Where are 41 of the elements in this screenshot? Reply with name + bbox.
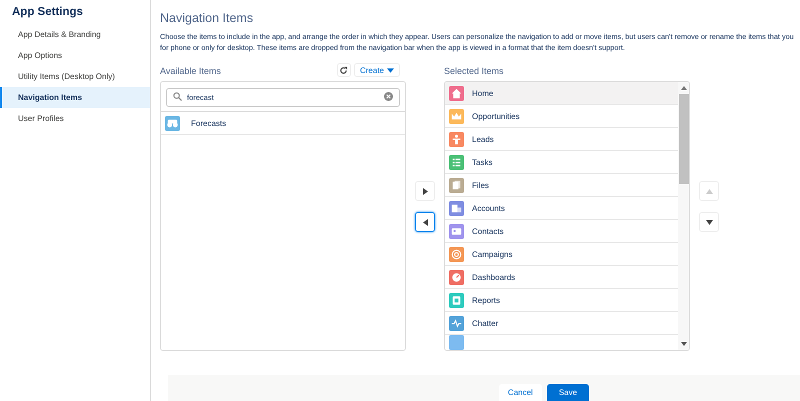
right-arrow-icon	[422, 188, 428, 194]
selected-item[interactable]: Opportunities	[445, 105, 678, 128]
available-items-label: Available Items	[160, 65, 221, 76]
up-arrow-icon	[706, 188, 712, 194]
refresh-icon	[339, 66, 348, 74]
clear-icon[interactable]	[384, 92, 393, 101]
scroll-down-icon[interactable]	[680, 342, 686, 346]
sidebar-item[interactable]: Utility Items (Desktop Only)	[0, 66, 150, 87]
scrollbar[interactable]	[678, 82, 689, 350]
search-icon	[173, 92, 182, 101]
save-button[interactable]: Save	[546, 384, 590, 401]
create-button[interactable]: Create	[354, 63, 400, 77]
down-arrow-icon	[706, 220, 712, 224]
caret-icon	[387, 68, 394, 72]
cancel-button[interactable]: Cancel	[498, 384, 542, 401]
page-title: Navigation Items	[160, 11, 254, 25]
selected-item[interactable]: Files	[445, 174, 678, 197]
selected-item[interactable]: Dashboards	[445, 266, 678, 289]
scrollbar-thumb[interactable]	[678, 94, 688, 184]
sidebar-item[interactable]: User Profiles	[0, 108, 150, 129]
selected-item[interactable]: Reports	[445, 289, 678, 312]
sidebar-item[interactable]: App Options	[0, 45, 150, 66]
move-right-button[interactable]	[415, 181, 435, 201]
selected-item[interactable]: Tasks	[445, 151, 678, 174]
selected-item[interactable]: Contacts	[445, 220, 678, 243]
selected-item[interactable]: Campaigns	[445, 243, 678, 266]
sidebar-item[interactable]: Navigation Items	[0, 87, 150, 108]
left-arrow-icon	[422, 218, 428, 226]
selected-items-label: Selected Items	[444, 65, 504, 76]
available-item[interactable]: Forecasts	[161, 112, 405, 135]
selected-item[interactable]: Leads	[445, 128, 678, 151]
scroll-up-icon[interactable]	[680, 86, 686, 90]
selected-item[interactable]: Home	[445, 82, 678, 105]
move-left-button[interactable]	[415, 212, 435, 232]
refresh-button[interactable]	[336, 63, 351, 77]
sidebar-title: App Settings	[11, 5, 84, 20]
move-down-button[interactable]	[699, 212, 719, 232]
selected-item[interactable]: Chatter	[445, 312, 678, 335]
sidebar-item[interactable]: App Details & Branding	[0, 24, 150, 45]
item-icon	[449, 335, 464, 350]
selected-item[interactable]: Accounts	[445, 197, 678, 220]
